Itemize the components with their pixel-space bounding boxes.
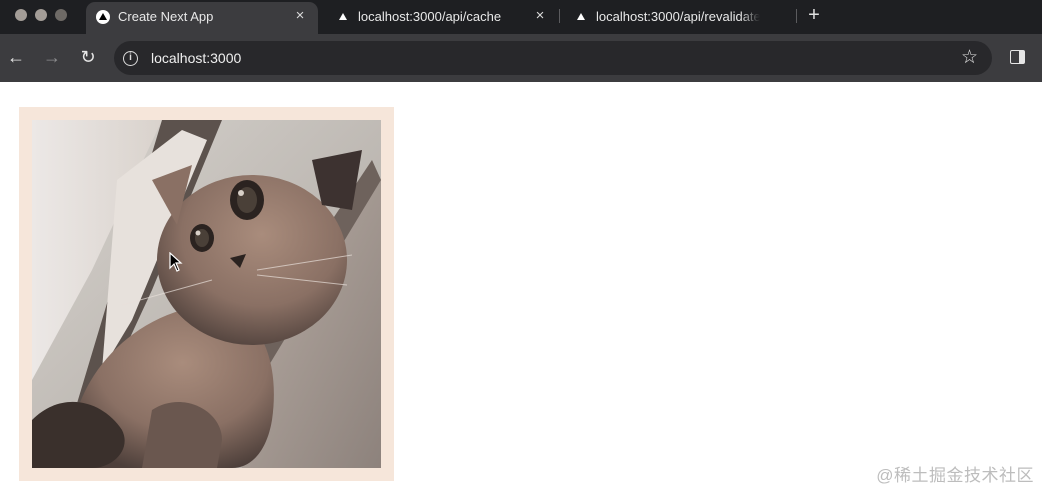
url-text[interactable]: localhost:3000 <box>151 50 241 66</box>
close-window-button[interactable] <box>15 9 27 21</box>
tab-separator <box>796 9 797 23</box>
close-tab-icon[interactable]: × <box>532 8 548 24</box>
new-tab-button[interactable]: + <box>805 5 823 25</box>
close-tab-icon[interactable]: × <box>292 8 308 24</box>
tab-create-next-app[interactable]: Create Next App × <box>86 2 318 34</box>
cat-photo-illustration <box>32 120 381 468</box>
vercel-favicon-icon <box>336 10 350 24</box>
reload-icon[interactable]: ↻ <box>77 46 99 68</box>
back-arrow-icon[interactable]: ← <box>5 46 27 68</box>
tab-title: Create Next App <box>118 9 214 24</box>
page-viewport <box>0 82 1042 493</box>
maximize-window-button[interactable] <box>55 9 67 21</box>
tab-title: localhost:3000/api/cache <box>358 9 502 24</box>
tab-separator <box>559 9 560 23</box>
vercel-favicon-icon <box>96 10 110 24</box>
tab-strip: Create Next App × localhost:3000/api/cac… <box>0 0 1042 34</box>
mouse-cursor-icon <box>169 252 183 272</box>
forward-arrow-icon[interactable]: → <box>41 46 63 68</box>
cat-photo <box>32 120 381 468</box>
bookmark-star-icon[interactable]: ☆ <box>961 47 978 69</box>
tab-api-revalidate[interactable]: localhost:3000/api/revalidate <box>564 2 796 34</box>
minimize-window-button[interactable] <box>35 9 47 21</box>
tab-api-cache[interactable]: localhost:3000/api/cache × <box>326 2 558 34</box>
side-panel-icon[interactable] <box>1010 50 1025 64</box>
watermark-text: @稀土掘金技术社区 <box>876 466 1034 485</box>
browser-toolbar: ← → ↻ i localhost:3000 ☆ <box>0 34 1042 82</box>
address-bar[interactable]: i localhost:3000 ☆ <box>114 41 992 75</box>
tab-title: localhost:3000/api/revalidate <box>596 9 760 24</box>
image-frame <box>19 107 394 481</box>
site-info-icon[interactable]: i <box>123 51 138 66</box>
vercel-favicon-icon <box>574 10 588 24</box>
